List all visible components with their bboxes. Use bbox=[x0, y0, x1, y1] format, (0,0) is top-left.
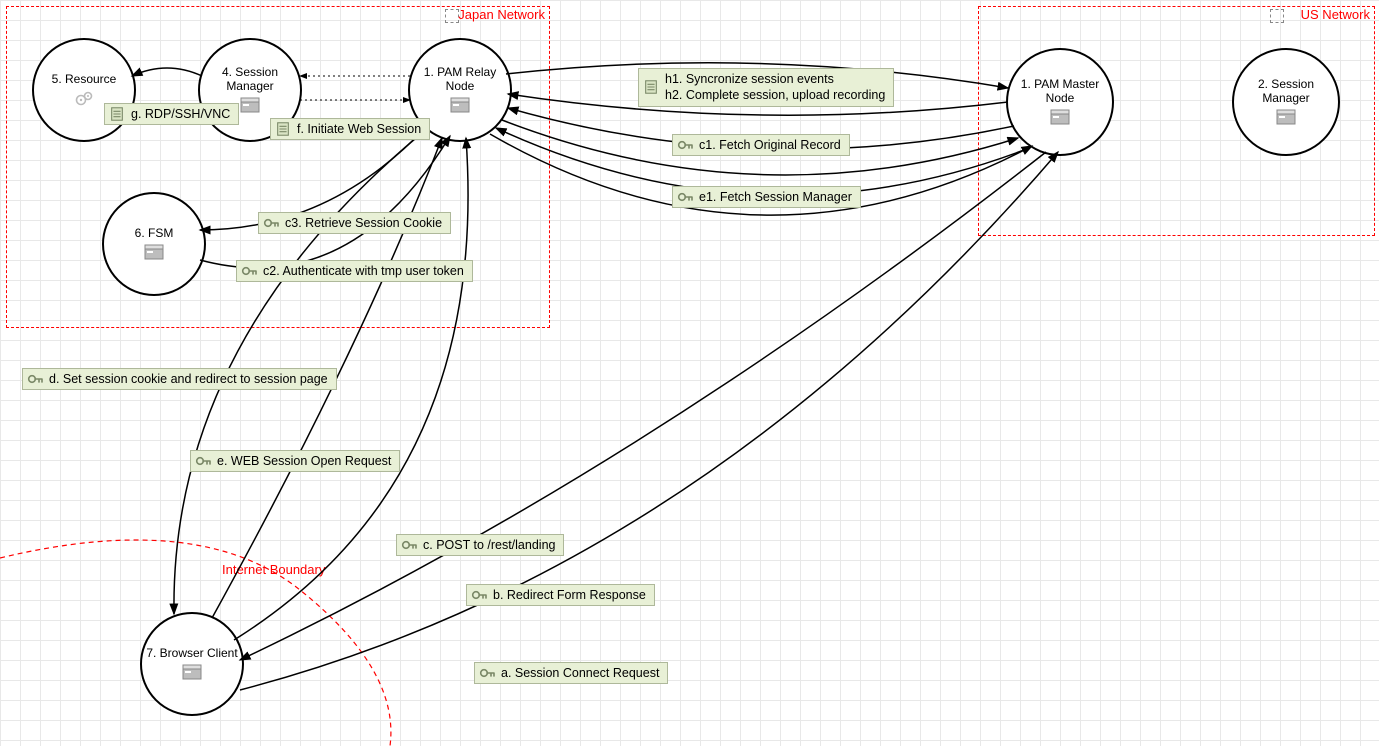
region-label: Japan Network bbox=[458, 7, 545, 22]
label-a: a. Session Connect Request bbox=[474, 662, 668, 684]
key-icon bbox=[263, 215, 279, 231]
label-h: h1. Syncronize session events h2. Comple… bbox=[638, 68, 894, 107]
label-line1: h1. Syncronize session events bbox=[665, 72, 834, 86]
label-c: c. POST to /rest/landing bbox=[396, 534, 564, 556]
label-text: c1. Fetch Original Record bbox=[699, 138, 841, 152]
label-text: d. Set session cookie and redirect to se… bbox=[49, 372, 328, 386]
label-text: f. Initiate Web Session bbox=[297, 122, 421, 136]
key-icon bbox=[195, 453, 211, 469]
node-label: 5. Resource bbox=[48, 73, 121, 87]
label-b: b. Redirect Form Response bbox=[466, 584, 655, 606]
key-icon bbox=[479, 665, 495, 681]
label-text: a. Session Connect Request bbox=[501, 666, 659, 680]
label-text: g. RDP/SSH/VNC bbox=[131, 107, 230, 121]
window-icon bbox=[1050, 108, 1070, 126]
key-icon bbox=[401, 537, 417, 553]
key-icon bbox=[241, 263, 257, 279]
doc-icon bbox=[643, 79, 659, 95]
label-d: d. Set session cookie and redirect to se… bbox=[22, 368, 337, 390]
gears-icon bbox=[74, 89, 94, 107]
internet-boundary-label: Internet Boundary bbox=[222, 562, 325, 577]
node-label: 6. FSM bbox=[131, 227, 178, 241]
doc-icon bbox=[109, 106, 125, 122]
key-icon bbox=[27, 371, 43, 387]
label-line2: h2. Complete session, upload recording bbox=[665, 88, 885, 102]
window-icon bbox=[240, 96, 260, 114]
region-label: US Network bbox=[1301, 7, 1370, 22]
window-icon bbox=[1276, 108, 1296, 126]
node-label: 4. Session Manager bbox=[200, 66, 300, 94]
doc-icon bbox=[275, 121, 291, 137]
node-label: 7. Browser Client bbox=[142, 647, 241, 661]
key-icon bbox=[471, 587, 487, 603]
node-browser-client[interactable]: 7. Browser Client bbox=[140, 612, 244, 716]
label-text: b. Redirect Form Response bbox=[493, 588, 646, 602]
node-session-manager-us[interactable]: 2. Session Manager bbox=[1232, 48, 1340, 156]
node-label: 1. PAM Master Node bbox=[1008, 78, 1112, 106]
label-text: c2. Authenticate with tmp user token bbox=[263, 264, 464, 278]
label-e1: e1. Fetch Session Manager bbox=[672, 186, 861, 208]
key-icon bbox=[677, 189, 693, 205]
label-c3: c3. Retrieve Session Cookie bbox=[258, 212, 451, 234]
node-label: 2. Session Manager bbox=[1234, 78, 1338, 106]
label-text: e. WEB Session Open Request bbox=[217, 454, 391, 468]
label-text: c. POST to /rest/landing bbox=[423, 538, 555, 552]
region-icon bbox=[1270, 9, 1284, 23]
key-icon bbox=[677, 137, 693, 153]
region-icon bbox=[445, 9, 459, 23]
label-f: f. Initiate Web Session bbox=[270, 118, 430, 140]
label-g: g. RDP/SSH/VNC bbox=[104, 103, 239, 125]
node-resource[interactable]: 5. Resource bbox=[32, 38, 136, 142]
label-e: e. WEB Session Open Request bbox=[190, 450, 400, 472]
window-icon bbox=[144, 243, 164, 261]
window-icon bbox=[182, 663, 202, 681]
label-text: e1. Fetch Session Manager bbox=[699, 190, 852, 204]
label-c2: c2. Authenticate with tmp user token bbox=[236, 260, 473, 282]
label-text: c3. Retrieve Session Cookie bbox=[285, 216, 442, 230]
node-label: 1. PAM Relay Node bbox=[410, 66, 510, 94]
node-pam-master[interactable]: 1. PAM Master Node bbox=[1006, 48, 1114, 156]
window-icon bbox=[450, 96, 470, 114]
node-fsm[interactable]: 6. FSM bbox=[102, 192, 206, 296]
label-c1: c1. Fetch Original Record bbox=[672, 134, 850, 156]
